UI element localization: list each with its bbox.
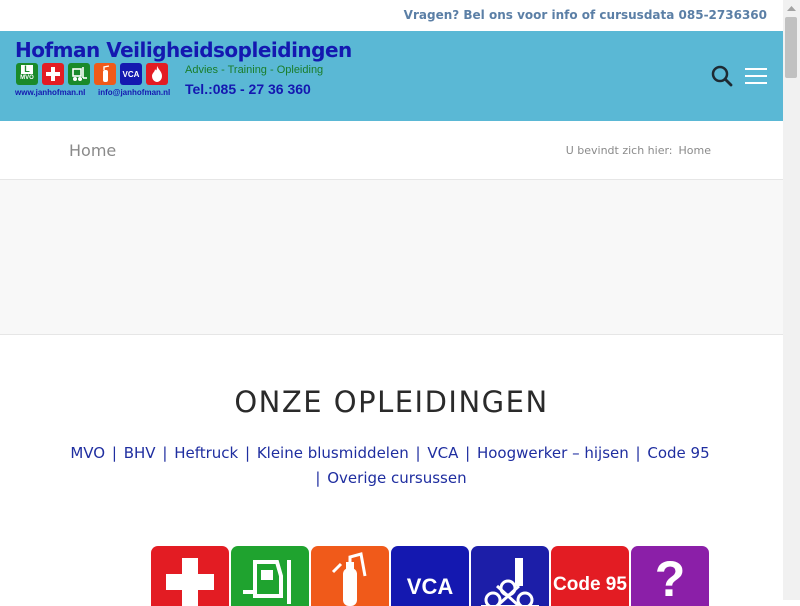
- page-title: Home: [69, 141, 117, 160]
- logo-email: info@janhofman.nl: [98, 88, 171, 97]
- main-content: ONZE OPLEIDINGEN MVO | BHV | Heftruck | …: [0, 335, 783, 606]
- course-link-kleine-blusmiddelen[interactable]: Kleine blusmiddelen: [257, 444, 409, 462]
- search-icon: [711, 65, 733, 87]
- course-link-hoogwerker[interactable]: Hoogwerker – hijsen: [477, 444, 629, 462]
- course-link-mvo[interactable]: MVO: [70, 444, 105, 462]
- separator: |: [111, 444, 117, 462]
- hero-placeholder: [0, 180, 783, 335]
- course-link-code95[interactable]: Code 95: [647, 444, 709, 462]
- question-mark-icon: ?: [654, 551, 686, 606]
- course-tiles: VCA Code 95 ?: [151, 546, 709, 606]
- logo-badges: L MVO VCA: [16, 63, 168, 85]
- separator: |: [635, 444, 641, 462]
- flame-icon: [146, 63, 168, 85]
- first-aid-cross-icon: [42, 63, 64, 85]
- separator: |: [162, 444, 168, 462]
- scrollbar-thumb[interactable]: [785, 17, 797, 78]
- course-link-heftruck[interactable]: Heftruck: [174, 444, 238, 462]
- logo-tagline: Advies - Training - Opleiding: [185, 64, 324, 76]
- separator: |: [244, 444, 251, 462]
- top-bar: Vragen? Bel ons voor info of cursusdata …: [0, 0, 783, 31]
- logo-title: Hofman Veiligheidsopleidingen: [15, 38, 352, 62]
- fire-extinguisher-icon: [94, 63, 116, 85]
- vca-tile[interactable]: VCA: [391, 546, 469, 606]
- course-link-vca[interactable]: VCA: [427, 444, 458, 462]
- aerial-lift-icon: [481, 558, 539, 606]
- section-heading: ONZE OPLEIDINGEN: [234, 385, 549, 419]
- first-aid-cross-icon: [166, 558, 214, 606]
- logo-phone: Tel.:085 - 27 36 360: [185, 81, 311, 97]
- separator: |: [415, 444, 421, 462]
- separator: |: [315, 469, 321, 487]
- heftruck-tile[interactable]: [231, 546, 309, 606]
- course-links: MVO | BHV | Heftruck | Kleine blusmiddel…: [70, 441, 710, 491]
- vca-icon: VCA: [120, 63, 142, 85]
- course-link-overige[interactable]: Overige cursussen: [327, 469, 466, 487]
- vertical-scrollbar[interactable]: [783, 0, 800, 600]
- forklift-icon: [243, 560, 291, 604]
- forklift-icon: [68, 63, 90, 85]
- breadcrumb: U bevindt zich hier: Home: [566, 144, 711, 157]
- scroll-up-arrow-icon[interactable]: [783, 0, 800, 17]
- bhv-tile[interactable]: [151, 546, 229, 606]
- breadcrumb-home-link[interactable]: Home: [679, 144, 711, 157]
- vca-tile-label: VCA: [406, 574, 454, 599]
- overige-tile[interactable]: ?: [631, 546, 709, 606]
- contact-info-text: Vragen? Bel ons voor info of cursusdata …: [403, 8, 767, 22]
- breadcrumb-prefix: U bevindt zich hier:: [565, 144, 673, 157]
- course-link-bhv[interactable]: BHV: [124, 444, 156, 462]
- code95-tile-label: Code 95: [553, 574, 627, 595]
- main-menu-button[interactable]: [744, 65, 768, 87]
- search-button[interactable]: [710, 64, 734, 88]
- l-plate-mvo-icon: L MVO: [16, 63, 38, 85]
- code95-tile[interactable]: Code 95: [551, 546, 629, 606]
- site-logo[interactable]: Hofman Veiligheidsopleidingen L MVO VCA A…: [15, 38, 352, 102]
- hoogwerker-tile[interactable]: [471, 546, 549, 606]
- separator: |: [465, 444, 471, 462]
- page-title-bar: Home U bevindt zich hier: Home: [0, 121, 783, 180]
- blusmiddelen-tile[interactable]: [311, 546, 389, 606]
- logo-website: www.janhofman.nl: [15, 88, 86, 97]
- hamburger-menu-icon: [745, 68, 767, 84]
- fire-extinguisher-icon: [331, 552, 367, 606]
